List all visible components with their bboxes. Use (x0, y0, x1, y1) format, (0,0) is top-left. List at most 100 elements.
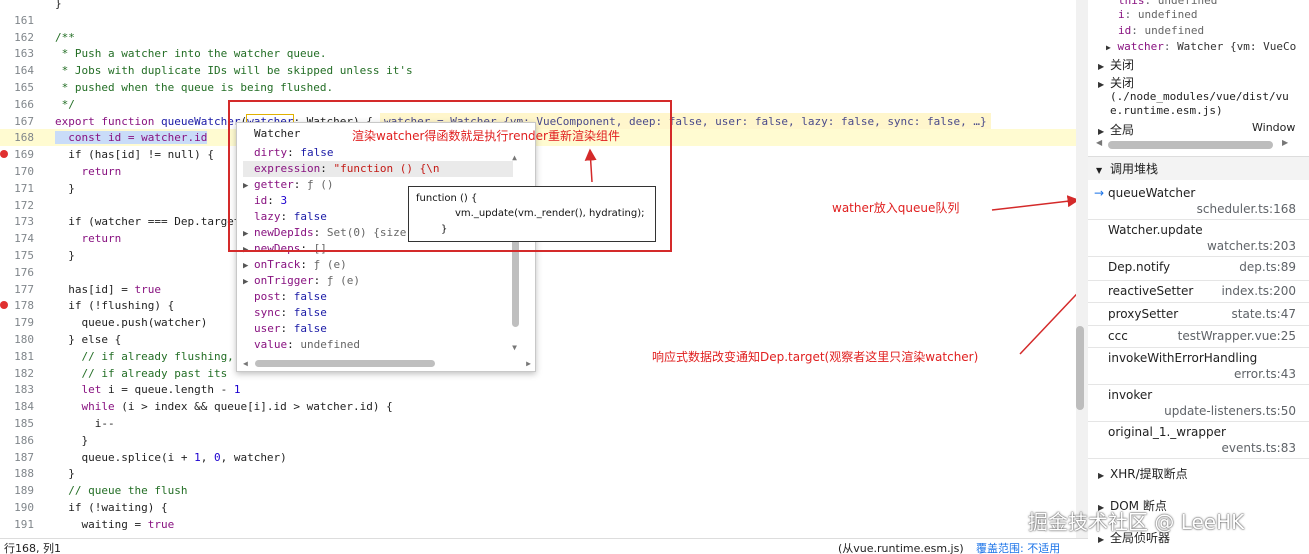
scroll-right-arrow-icon[interactable]: ▶ (1282, 138, 1288, 147)
line-number[interactable]: 188 (0, 465, 34, 482)
line-number[interactable]: 175 (0, 247, 34, 264)
callstack-frame[interactable]: reactiveSetter index.ts:200 (1088, 281, 1309, 303)
frame-location-link[interactable]: state.ts:47 (1232, 307, 1296, 321)
code-line[interactable]: 179 queue.push(watcher) (0, 314, 1076, 331)
frame-location-link[interactable]: testWrapper.vue:25 (1178, 329, 1296, 343)
popover-property-row[interactable]: user: false (243, 321, 327, 337)
code-editor[interactable]: } 161 162/** 163 * Push a watcher into the … (0, 0, 1076, 538)
expand-triangle-icon[interactable]: ▶ (243, 258, 254, 274)
code-line[interactable]: 185 i-- (0, 415, 1076, 432)
line-number[interactable]: 183 (0, 381, 34, 398)
line-number[interactable]: 172 (0, 197, 34, 214)
scroll-left-arrow-icon[interactable]: ◀ (243, 359, 248, 368)
expand-triangle-icon[interactable]: ▶ (1098, 62, 1110, 71)
callstack-header[interactable]: ▼ 调用堆栈 (1088, 156, 1309, 180)
line-number[interactable]: 174 (0, 230, 34, 247)
callstack-frame[interactable]: ccc testWrapper.vue:25 (1088, 326, 1309, 348)
code-line[interactable]: 186 } (0, 432, 1076, 449)
frame-location-link[interactable]: error.ts:43 (1234, 367, 1296, 381)
popover-property-row[interactable]: sync: false (243, 305, 327, 321)
line-number[interactable]: 165 (0, 79, 34, 96)
line-number[interactable]: 166 (0, 96, 34, 113)
scope-closure-2[interactable]: ▶ 关闭 (1098, 74, 1134, 91)
code-line[interactable]: 188 } (0, 465, 1076, 482)
scope-global[interactable]: ▶ 全局 (1098, 121, 1134, 138)
line-number[interactable]: 170 (0, 163, 34, 180)
expand-triangle-icon[interactable]: ▶ (1098, 535, 1110, 544)
code-line[interactable]: 182 // if already past its (0, 365, 1076, 382)
code-line[interactable]: 180 } else { (0, 331, 1076, 348)
code-line[interactable]: 183 let i = queue.length - 1 (0, 381, 1076, 398)
line-number[interactable]: 176 (0, 264, 34, 281)
scope-var-watcher[interactable]: ▶ watcher: Watcher {vm: VueCo (1106, 40, 1296, 53)
code-line[interactable]: 189 // queue the flush (0, 482, 1076, 499)
popover-property-row[interactable]: post: false (243, 289, 327, 305)
callstack-frame[interactable]: Watcher.update watcher.ts:203 (1088, 220, 1309, 257)
popover-property-row[interactable]: ▶ onTrigger: ƒ (e) (243, 273, 360, 289)
code-line[interactable]: 177 has[id] = true (0, 281, 1076, 298)
line-number[interactable]: 187 (0, 449, 34, 466)
scroll-left-arrow-icon[interactable]: ◀ (1096, 138, 1102, 147)
scope-var-id[interactable]: id: undefined (1118, 24, 1204, 37)
line-number[interactable]: 161 (0, 12, 34, 29)
code-line[interactable]: 161 (0, 12, 1076, 29)
code-line[interactable]: 191 waiting = true (0, 516, 1076, 533)
frame-location-link[interactable]: watcher.ts:203 (1207, 239, 1296, 253)
scope-var-this[interactable]: this: undefined (1118, 0, 1217, 7)
expand-triangle-icon[interactable]: ▶ (243, 274, 254, 290)
line-number[interactable]: 178 (0, 297, 34, 314)
scope-closure-1[interactable]: ▶ 关闭 (1098, 56, 1134, 73)
line-number[interactable]: 181 (0, 348, 34, 365)
line-number[interactable]: 171 (0, 180, 34, 197)
coverage-status[interactable]: 覆盖范围: 不适用 (976, 540, 1060, 554)
editor-scrollbar-thumb[interactable] (1076, 326, 1084, 410)
code-line[interactable]: 163 * Push a watcher into the watcher qu… (0, 45, 1076, 62)
line-number[interactable]: 182 (0, 365, 34, 382)
code-line[interactable]: 190 if (!waiting) { (0, 499, 1076, 516)
line-number[interactable]: 189 (0, 482, 34, 499)
callstack-frame[interactable]: → queueWatcher scheduler.ts:168 (1088, 183, 1309, 220)
code-line[interactable]: 162 /** (0, 29, 1076, 46)
frame-location-link[interactable]: events.ts:83 (1221, 441, 1296, 455)
popover-property-row[interactable]: ▶ onTrack: ƒ (e) (243, 257, 347, 273)
expand-triangle-icon[interactable]: ▶ (1106, 43, 1111, 52)
line-number[interactable]: 185 (0, 415, 34, 432)
popover-horizontal-scrollbar[interactable] (255, 360, 435, 367)
callstack-frame[interactable]: original_1._wrapper events.ts:83 (1088, 422, 1309, 459)
section-xhr-breakpoints[interactable]: ▶ XHR/提取断点 (1098, 465, 1188, 482)
line-number[interactable]: 164 (0, 62, 34, 79)
scope-horizontal-scrollbar[interactable] (1108, 141, 1273, 149)
line-number[interactable]: 190 (0, 499, 34, 516)
popover-property-row[interactable]: value: undefined (243, 337, 360, 353)
code-line[interactable]: 176 (0, 264, 1076, 281)
callstack-frame[interactable]: invoker update-listeners.ts:50 (1088, 385, 1309, 422)
code-line[interactable]: } (0, 0, 1076, 12)
line-number[interactable]: 169 (0, 146, 34, 163)
line-number[interactable]: 167 (0, 113, 34, 130)
code-line[interactable]: 165 * pushed when the queue is being flu… (0, 79, 1076, 96)
code-line[interactable]: 184 while (i > index && queue[i].id > wa… (0, 398, 1076, 415)
line-number[interactable]: 191 (0, 516, 34, 533)
line-number[interactable]: 162 (0, 29, 34, 46)
frame-location-link[interactable]: update-listeners.ts:50 (1164, 404, 1296, 418)
code-line[interactable]: 164 * Jobs with duplicate IDs will be sk… (0, 62, 1076, 79)
line-number[interactable]: 179 (0, 314, 34, 331)
callstack-frame[interactable]: Dep.notify dep.ts:89 (1088, 257, 1309, 281)
code-line[interactable]: 178 if (!flushing) { (0, 297, 1076, 314)
line-number[interactable]: 184 (0, 398, 34, 415)
scroll-right-arrow-icon[interactable]: ▶ (526, 359, 531, 368)
expand-triangle-icon[interactable]: ▶ (1098, 127, 1110, 136)
callstack-frame[interactable]: proxySetter state.ts:47 (1088, 304, 1309, 326)
expand-triangle-icon[interactable]: ▶ (1098, 471, 1110, 480)
expand-triangle-icon[interactable]: ▶ (1098, 80, 1110, 89)
sidebar-divider[interactable] (1076, 0, 1088, 554)
frame-location-link[interactable]: index.ts:200 (1221, 284, 1296, 298)
callstack-frame[interactable]: invokeWithErrorHandling error.ts:43 (1088, 348, 1309, 385)
source-map-link[interactable]: (从vue.runtime.esm.js) (838, 540, 964, 554)
frame-location-link[interactable]: dep.ts:89 (1239, 260, 1296, 274)
code-line[interactable]: 187 queue.splice(i + 1, 0, watcher) (0, 449, 1076, 466)
line-number[interactable]: 177 (0, 281, 34, 298)
line-number[interactable]: 186 (0, 432, 34, 449)
frame-location-link[interactable]: scheduler.ts:168 (1197, 202, 1296, 216)
line-number[interactable]: 163 (0, 45, 34, 62)
